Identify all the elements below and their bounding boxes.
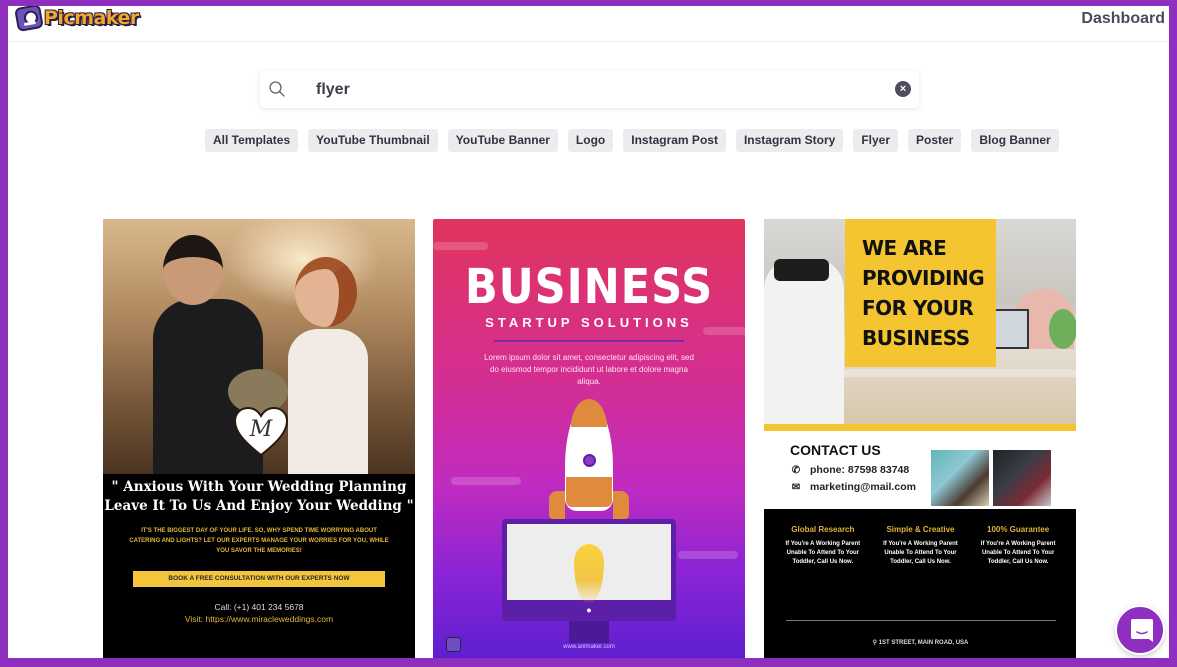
monogram: M: [249, 417, 273, 442]
rocket-tip: [571, 399, 607, 427]
cloud: [433, 242, 488, 250]
chip-youtube-thumbnail[interactable]: YouTube Thumbnail: [308, 129, 438, 152]
feature-body: If You're A Working Parent Unable To Att…: [785, 541, 861, 565]
groom-head: [163, 235, 223, 305]
cloud: [451, 477, 521, 485]
contact-photo-1: [931, 450, 989, 506]
chip-youtube-banner[interactable]: YouTube Banner: [447, 129, 558, 152]
plant: [1049, 309, 1076, 349]
clear-search-icon[interactable]: ×: [895, 81, 911, 97]
phone-text: phone: 87598 83748: [810, 464, 910, 476]
picmaker-logo[interactable]: Picmaker: [14, 6, 139, 33]
monitor-stand: [569, 621, 609, 643]
chip-instagram-story[interactable]: Instagram Story: [735, 129, 844, 152]
quote-open-mark: ": [111, 479, 119, 495]
template-card-wedding[interactable]: M " Anxious With Your Wedding Planning L…: [103, 219, 415, 658]
rocket-fin-right: [613, 491, 629, 519]
apple-icon: ●: [586, 605, 592, 615]
chip-all-templates[interactable]: All Templates: [205, 129, 299, 152]
quote-close-mark: ": [406, 498, 414, 514]
wedding-cta-banner: BOOK A FREE CONSULTATION WITH OUR EXPERT…: [133, 571, 385, 587]
chip-logo[interactable]: Logo: [567, 129, 614, 152]
dashboard-link[interactable]: Dashboard: [1081, 10, 1165, 28]
search-bar: ×: [260, 71, 919, 108]
chip-poster[interactable]: Poster: [908, 129, 962, 152]
feature-column: Global Research If You're A Working Pare…: [783, 524, 863, 567]
vr-headset: [774, 259, 829, 281]
address-row: ⚲ 1ST STREET, MAIN ROAD, USA: [764, 639, 1076, 646]
chip-blog-banner[interactable]: Blog Banner: [971, 129, 1059, 152]
bride-head: [295, 257, 357, 327]
chat-button[interactable]: [1115, 605, 1165, 655]
divider: [494, 340, 684, 342]
email-row: ✉ marketing@mail.com: [790, 481, 916, 493]
rocket-window: [583, 454, 596, 467]
chip-instagram-post[interactable]: Instagram Post: [623, 129, 726, 152]
desk: [824, 369, 1076, 377]
rocket-base: [566, 477, 612, 507]
template-card-business-contact[interactable]: WE ARE PROVIDING FOR YOUR BUSINESS CONTA…: [764, 219, 1076, 658]
mascot-icon: [14, 6, 44, 33]
bride-figure: [288, 329, 368, 474]
wedding-subtext: It's the biggest day of your life. So, w…: [129, 528, 389, 554]
logo-text: Picmaker: [44, 7, 139, 29]
feature-column: Simple & Creative If You're A Working Pa…: [880, 524, 960, 567]
chat-icon: [1131, 619, 1153, 642]
category-filters: All Templates YouTube Thumbnail YouTube …: [205, 129, 1059, 152]
feature-column: 100% Guarantee If You're A Working Paren…: [978, 524, 1058, 567]
mail-icon: ✉: [791, 481, 801, 493]
chip-flyer[interactable]: Flyer: [853, 129, 898, 152]
template-card-business-startup[interactable]: BUSINESS STARTUP SOLUTIONS Lorem ipsum d…: [433, 219, 745, 658]
app-frame: Picmaker Dashboard × All Templates YouTu…: [8, 6, 1169, 658]
quote-line-2: Leave It To Us And Enjoy Your Wedding: [104, 498, 402, 514]
wedding-phone: Call: (+1) 401 234 5678: [214, 602, 304, 612]
business-title: BUSINESS: [464, 259, 714, 315]
footer-divider: [786, 620, 1056, 621]
contact-photo-2: [993, 450, 1051, 506]
feature-title: Global Research: [791, 525, 855, 534]
business-headline: WE ARE PROVIDING FOR YOUR BUSINESS: [862, 236, 985, 350]
cloud: [678, 551, 738, 559]
header: Picmaker Dashboard: [8, 6, 1169, 42]
person-vr: [764, 259, 844, 424]
address-text: 1ST STREET, MAIN ROAD, USA: [878, 640, 969, 646]
contact-title: CONTACT US: [790, 442, 881, 458]
search-input[interactable]: [316, 77, 876, 103]
business-body: Lorem ipsum dolor sit amet, consectetur …: [484, 353, 694, 386]
phone-icon: ✆: [791, 464, 801, 476]
feature-body: If You're A Working Parent Unable To Att…: [980, 541, 1056, 565]
search-icon: [269, 81, 285, 97]
feature-title: 100% Guarantee: [987, 525, 1050, 534]
wedding-contact: Call: (+1) 401 234 5678 Visit: https://w…: [103, 601, 415, 625]
feature-columns: Global Research If You're A Working Pare…: [764, 524, 1076, 567]
business-subtitle: STARTUP SOLUTIONS: [485, 315, 693, 330]
wedding-quote: " Anxious With Your Wedding Planning Lea…: [103, 478, 415, 516]
contact-section: CONTACT US ✆ phone: 87598 83748 ✉ market…: [764, 431, 1076, 509]
email-text: marketing@mail.com: [810, 481, 916, 493]
feature-title: Simple & Creative: [886, 525, 955, 534]
quote-line-1: Anxious With Your Wedding Planning: [123, 479, 407, 495]
feature-body: If You're A Working Parent Unable To Att…: [883, 541, 958, 565]
business-website: www.animaker.com: [563, 644, 615, 650]
rocket-fin-left: [549, 491, 565, 519]
wedding-website: Visit: https://www.miracleweddings.com: [184, 614, 334, 624]
phone-row: ✆ phone: 87598 83748: [790, 464, 909, 476]
